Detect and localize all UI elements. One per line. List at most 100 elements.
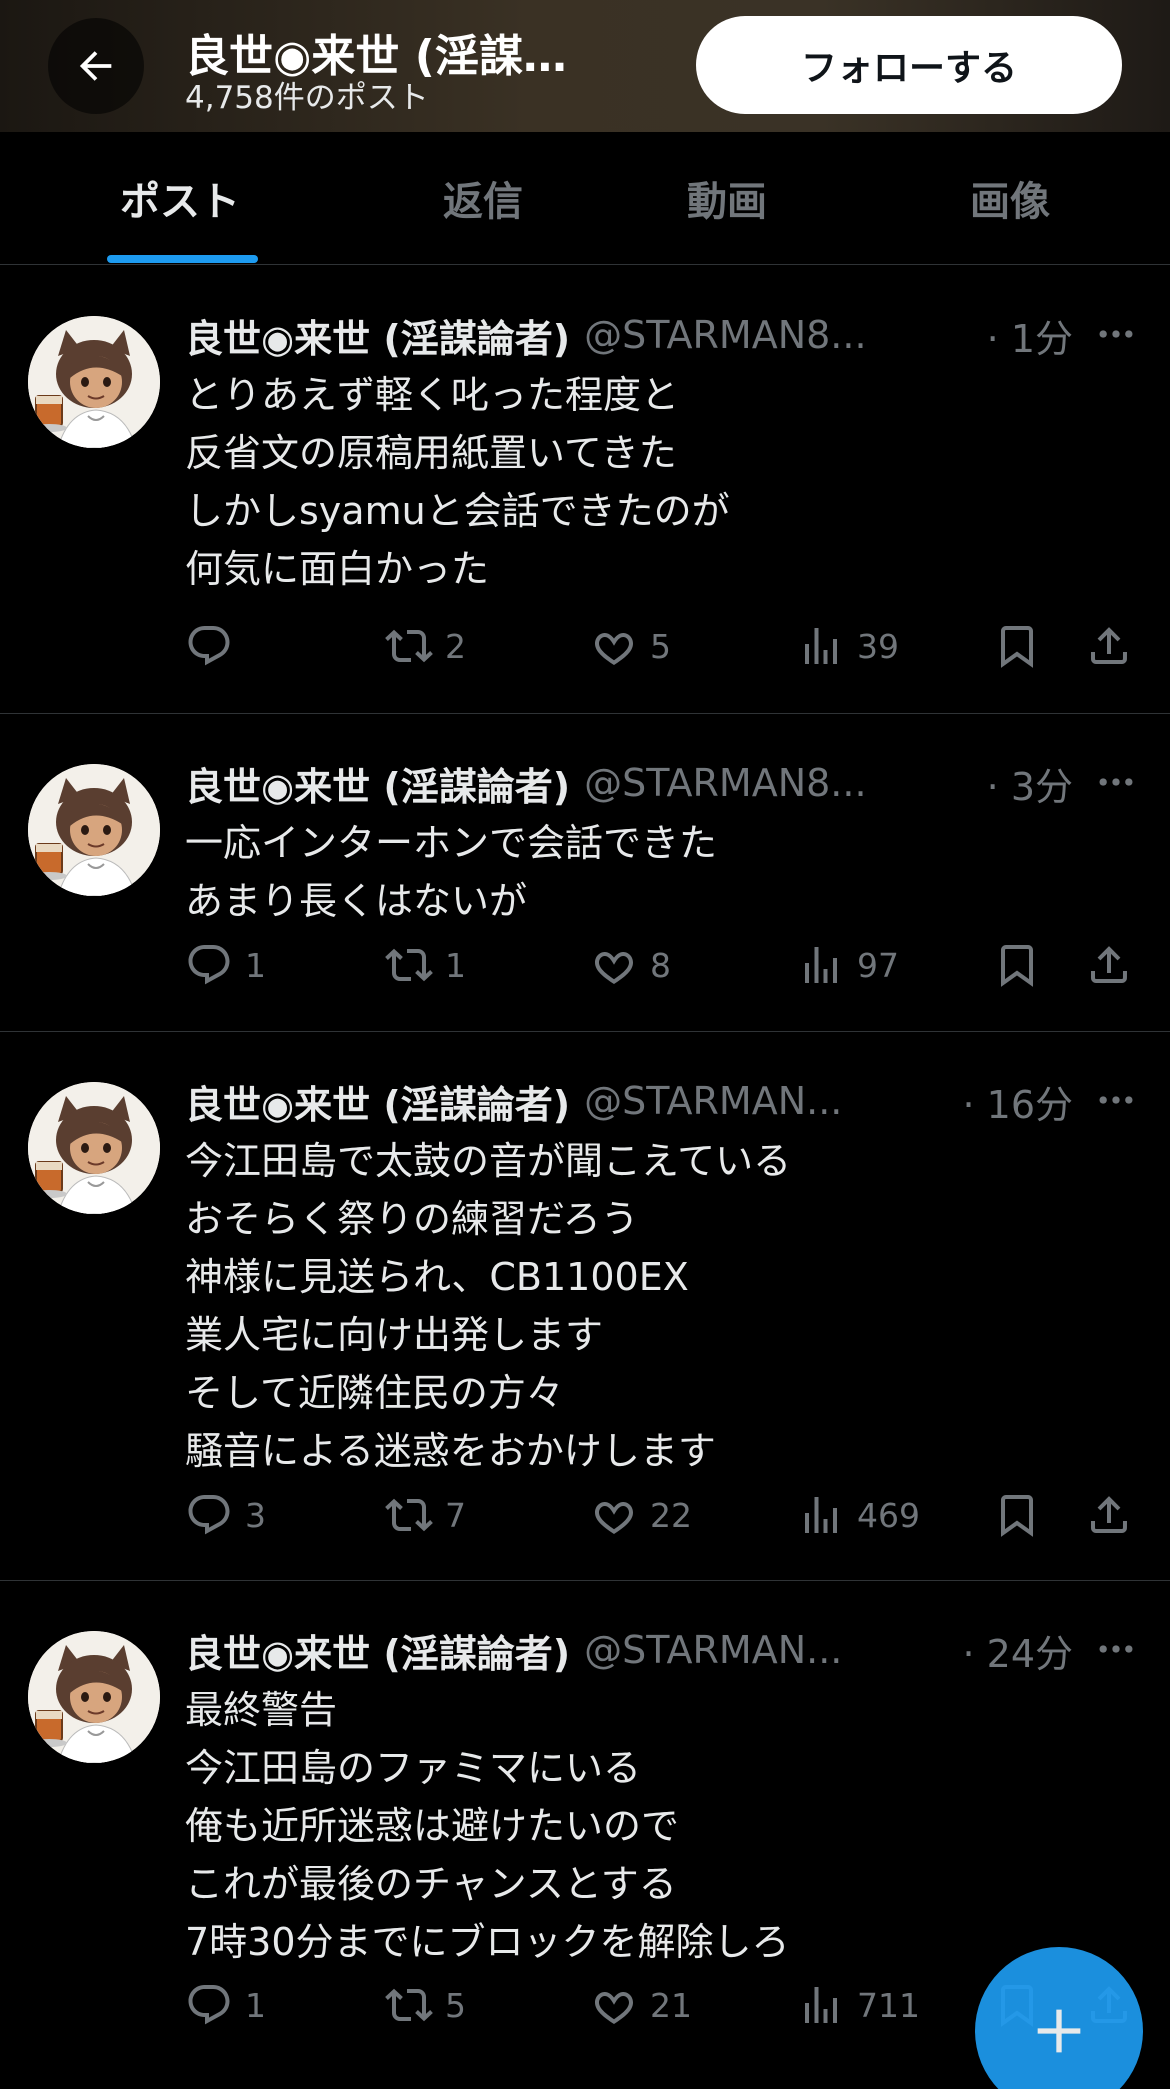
likes-count: 8	[650, 945, 671, 985]
share-button[interactable]	[1085, 1485, 1133, 1545]
views-count: 469	[857, 1495, 920, 1535]
views-button[interactable]: 469	[797, 1485, 920, 1545]
avatar[interactable]	[28, 1631, 160, 1763]
reply-button[interactable]: 1	[185, 1975, 266, 2035]
views-button[interactable]: 97	[797, 935, 899, 995]
repost-button[interactable]: 1	[385, 935, 466, 995]
share-button[interactable]	[1085, 935, 1133, 995]
avatar[interactable]	[28, 1082, 160, 1214]
post-header: 良世◉来世 (淫謀論者) @STARMAN... · 16分	[185, 1074, 1085, 1129]
plus-icon	[1037, 2009, 1081, 2053]
post-count: 4,758件のポスト	[185, 80, 429, 116]
replies-count: 1	[245, 945, 266, 985]
post-item[interactable]: 良世◉来世 (淫謀論者) @STARMAN8... · 1分とりあえず軽く叱った程度…	[0, 266, 1170, 714]
more-horizontal-icon	[1099, 1096, 1133, 1104]
views-button[interactable]: 711	[797, 1975, 920, 2035]
author-name[interactable]: 良世◉来世 (淫謀論者)	[185, 1074, 570, 1129]
post-text-line: そして近隣住民の方々	[185, 1371, 564, 1415]
author-handle[interactable]: @STARMAN...	[584, 1079, 962, 1123]
views-count: 39	[857, 626, 899, 666]
like-button[interactable]: 22	[590, 1485, 692, 1545]
tab-images[interactable]: 画像	[890, 132, 1130, 264]
like-button[interactable]: 21	[590, 1975, 692, 2035]
post-actions: 2 5 39	[185, 616, 1145, 676]
tab-posts[interactable]: ポスト	[60, 132, 300, 264]
post-text: 今江田島で太鼓の音が聞こえている おそらく祭りの練習だろう 神様に見送られ、CB11…	[185, 1132, 1145, 1480]
post-actions: 1 1 8 97	[185, 935, 1145, 995]
more-horizontal-icon	[1099, 1645, 1133, 1653]
reply-button[interactable]	[185, 616, 245, 676]
bookmark-button[interactable]	[993, 616, 1041, 676]
reply-icon	[188, 626, 230, 666]
heart-icon	[595, 1991, 633, 2024]
post-text-line: 神様に見送られ、CB1100EX	[185, 1255, 689, 1299]
views-icon	[805, 1987, 837, 2023]
post-header: 良世◉来世 (淫謀論者) @STARMAN... · 24分	[185, 1623, 1085, 1678]
post-text: 一応インターホンで会話できた あまり長くはないが	[185, 814, 1145, 930]
back-button[interactable]	[48, 18, 144, 114]
post-item[interactable]: 良世◉来世 (淫謀論者) @STARMAN... · 16分 今江田島で太鼓の音が聞こ…	[0, 1032, 1170, 1581]
more-button[interactable]	[1092, 1080, 1140, 1120]
more-button[interactable]	[1092, 314, 1140, 354]
likes-count: 21	[650, 1985, 692, 2025]
more-button[interactable]	[1092, 1629, 1140, 1669]
reposts-count: 5	[445, 1985, 466, 2025]
bookmark-button[interactable]	[993, 1485, 1041, 1545]
author-handle[interactable]: @STARMAN...	[584, 1628, 962, 1672]
reply-icon	[188, 1985, 230, 2025]
post-header: 良世◉来世 (淫謀論者) @STARMAN8... · 3分	[185, 756, 1085, 811]
post-time[interactable]: · 16分	[962, 1074, 1073, 1129]
author-name[interactable]: 良世◉来世 (淫謀論者)	[185, 308, 570, 363]
more-horizontal-icon	[1099, 778, 1133, 786]
repost-icon	[385, 1988, 433, 2022]
avatar[interactable]	[28, 764, 160, 896]
likes-count: 5	[650, 626, 671, 666]
repost-button[interactable]: 5	[385, 1975, 466, 2035]
bookmark-icon	[1001, 945, 1033, 987]
reply-button[interactable]: 3	[185, 1485, 266, 1545]
more-button[interactable]	[1092, 762, 1140, 802]
repost-button[interactable]: 7	[385, 1485, 466, 1545]
post-text-line: 何気に面白かった	[185, 547, 490, 591]
profile-header: 良世◉来世 (淫謀… 4,758件のポスト フォローする	[0, 0, 1170, 132]
avatar-illustration	[28, 1082, 160, 1214]
author-name[interactable]: 良世◉来世 (淫謀論者)	[185, 756, 570, 811]
post-text-line: 業人宅に向け出発します	[185, 1313, 604, 1357]
post-text-line: 最終警告	[185, 1688, 338, 1732]
post-text-line: おそらく祭りの練習だろう	[185, 1197, 639, 1241]
post-text-line: 騒音による迷惑をおかけします	[185, 1429, 716, 1473]
author-handle[interactable]: @STARMAN8...	[584, 313, 987, 357]
views-count: 97	[857, 945, 899, 985]
replies-count: 3	[245, 1495, 266, 1535]
tab-replies[interactable]: 返信	[363, 132, 603, 264]
reposts-count: 7	[445, 1495, 466, 1535]
share-icon	[1091, 627, 1127, 664]
reply-icon	[188, 945, 230, 985]
like-button[interactable]: 8	[590, 935, 671, 995]
post-time[interactable]: · 1分	[987, 308, 1073, 363]
post-item[interactable]: 良世◉来世 (淫謀論者) @STARMAN8... · 3分 一応インターホンで会話で…	[0, 714, 1170, 1032]
likes-count: 22	[650, 1495, 692, 1535]
repost-icon	[385, 1498, 433, 1532]
reply-icon	[188, 1495, 230, 1535]
author-handle[interactable]: @STARMAN8...	[584, 761, 987, 805]
post-text-line: とりあえず軽く叱った程度と	[185, 373, 680, 417]
post-text-line: 反省文の原稿用紙置いてきた	[185, 431, 677, 475]
author-name[interactable]: 良世◉来世 (淫謀論者)	[185, 1623, 570, 1678]
follow-button[interactable]: フォローする	[696, 16, 1122, 114]
replies-count: 1	[245, 1985, 266, 2025]
post-text-line: 今江田島のファミマにいる	[185, 1746, 642, 1790]
post-text-line: あまり長くはないが	[185, 879, 528, 923]
post-text: 最終警告 今江田島のファミマにいる 俺も近所迷惑は避けたいので これが最後のチャンスと…	[185, 1681, 1145, 1971]
views-button[interactable]: 39	[797, 616, 899, 676]
avatar[interactable]	[28, 316, 160, 448]
post-time[interactable]: · 24分	[962, 1623, 1073, 1678]
post-time[interactable]: · 3分	[987, 756, 1073, 811]
reply-button[interactable]: 1	[185, 935, 266, 995]
like-button[interactable]: 5	[590, 616, 671, 676]
repost-button[interactable]: 2	[385, 616, 466, 676]
bookmark-icon	[1001, 1495, 1033, 1537]
share-button[interactable]	[1085, 616, 1133, 676]
bookmark-button[interactable]	[993, 935, 1041, 995]
tab-videos[interactable]: 動画	[607, 132, 847, 264]
